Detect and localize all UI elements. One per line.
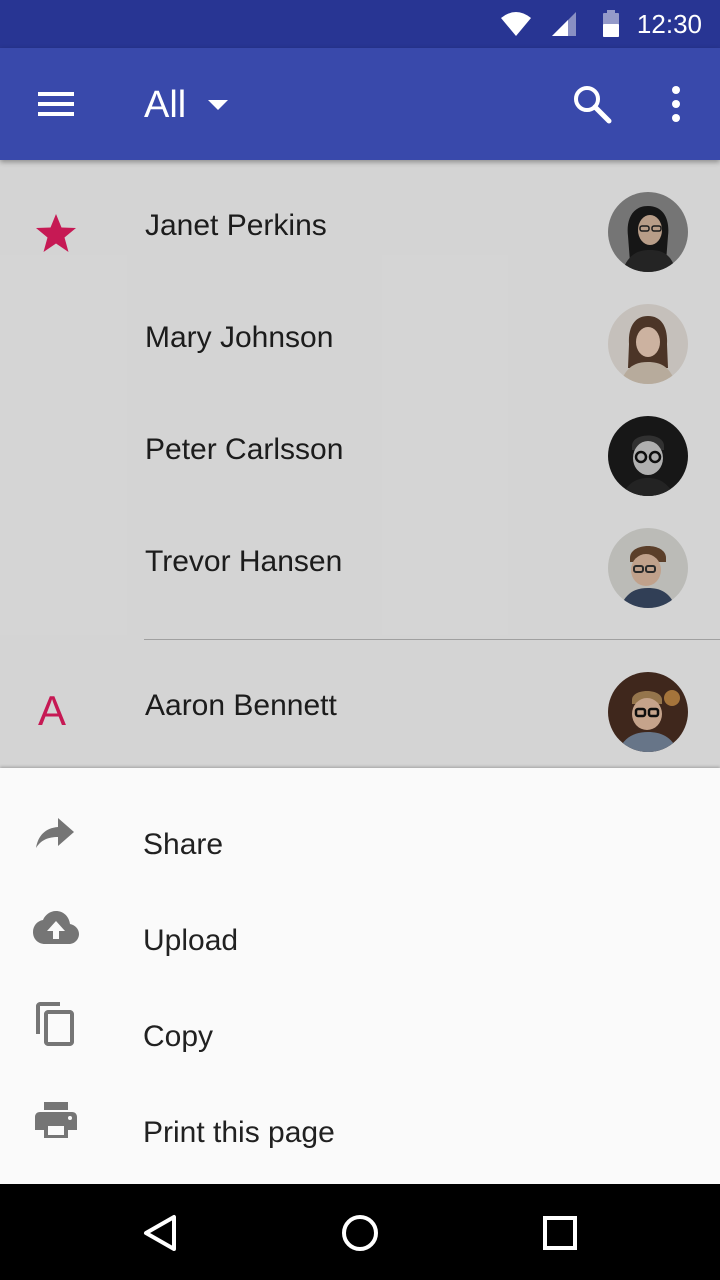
sheet-item-copy[interactable]: Copy [0, 978, 720, 1074]
status-bar: 12:30 [0, 0, 720, 48]
copy-icon [36, 1002, 74, 1046]
more-vert-icon[interactable] [668, 84, 684, 124]
app-bar: All [0, 48, 720, 160]
recents-icon[interactable] [542, 1215, 578, 1251]
bottom-sheet: Share Upload Copy Print this page [0, 768, 720, 1184]
menu-icon[interactable] [36, 86, 76, 122]
search-icon[interactable] [572, 84, 612, 124]
clock: 12:30 [636, 9, 702, 39]
sheet-item-label: Upload [143, 924, 239, 957]
scrim[interactable] [0, 160, 720, 768]
sheet-item-print[interactable]: Print this page [0, 1074, 720, 1170]
home-icon[interactable] [341, 1214, 379, 1252]
battery-icon [603, 10, 619, 37]
cloud-upload-icon [33, 911, 79, 944]
sheet-item-label: Share [143, 828, 224, 861]
filter-dropdown-title[interactable]: All [144, 84, 186, 126]
wifi-icon [501, 12, 531, 36]
print-icon [35, 1102, 77, 1138]
navigation-bar [0, 1184, 720, 1280]
sheet-item-upload[interactable]: Upload [0, 882, 720, 978]
sheet-item-label: Print this page [143, 1116, 335, 1149]
sheet-item-label: Copy [143, 1020, 214, 1053]
share-icon [36, 818, 74, 848]
cell-signal-icon [552, 12, 576, 36]
sheet-item-share[interactable]: Share [0, 786, 720, 882]
back-icon[interactable] [142, 1214, 178, 1252]
dropdown-arrow-icon[interactable] [206, 98, 230, 112]
